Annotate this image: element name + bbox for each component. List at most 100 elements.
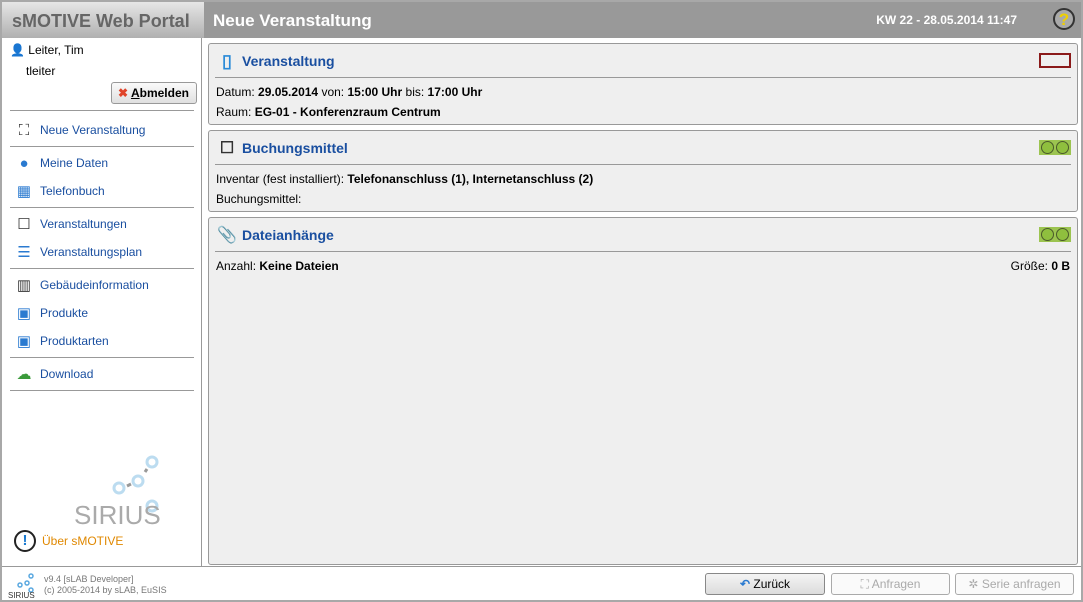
sidebar-item-veranstaltungsplan[interactable]: ☰ Veranstaltungsplan — [14, 241, 142, 263]
resources-row: Buchungsmittel: — [216, 192, 302, 206]
sidebar-item-produktarten[interactable]: ▣ Produktarten — [14, 330, 109, 352]
svg-text:SIRIUS: SIRIUS — [8, 591, 35, 599]
new-event-icon: ⛶ — [18, 121, 30, 139]
nav-label: Meine Daten — [40, 156, 109, 170]
sidebar-item-produkte[interactable]: ▣ Produkte — [14, 302, 88, 324]
user-name-text: Leiter, Tim — [28, 43, 84, 57]
divider — [10, 390, 194, 391]
panel-title-text: Buchungsmittel — [242, 140, 348, 156]
nav-label: Download — [40, 367, 94, 381]
main-content: ▯ Veranstaltung Datum: 29.05.2014 von: 15… — [205, 38, 1081, 566]
series-request-button[interactable]: ✲ Serie anfragen — [955, 573, 1074, 595]
info-exclamation-icon: ! — [14, 530, 36, 552]
request-label: Anfragen — [871, 577, 921, 591]
presentation-icon: ☐ — [219, 140, 235, 157]
sidebar-item-download[interactable]: ☁ Download — [14, 363, 94, 385]
attachments-panel: 📎 Dateianhänge Anzahl: Keine Dateien Größ… — [208, 217, 1078, 565]
back-arrow-icon: ↶ — [739, 577, 751, 591]
event-room-row: Raum: EG-01 - Konferenzraum Centrum — [216, 105, 441, 119]
sidebar-item-gebaeudeinformation[interactable]: ▥ Gebäudeinformation — [14, 274, 149, 296]
divider — [215, 77, 1071, 78]
version-info: v9.4 [sLAB Developer] (c) 2005-2014 by sL… — [44, 574, 167, 596]
about-link[interactable]: ! Über sMOTIVE — [14, 530, 123, 552]
series-request-label: Serie anfragen — [981, 577, 1061, 591]
download-cloud-icon: ☁ — [16, 366, 32, 383]
app-title: sMOTIVE Web Portal — [12, 11, 190, 31]
nav-label: Telefonbuch — [40, 184, 105, 198]
sidebar-item-meine-daten[interactable]: ● Meine Daten — [14, 152, 108, 174]
divider — [215, 164, 1071, 165]
user-icon: 👤 — [10, 43, 25, 57]
footer: SIRIUS v9.4 [sLAB Developer] (c) 2005-201… — [2, 566, 1081, 600]
panel-title-text: Veranstaltung — [242, 53, 335, 69]
new-event-icon: ⛶ — [860, 577, 870, 591]
back-button[interactable]: ↶ Zurück — [705, 573, 825, 595]
nav-label: Neue Veranstaltung — [40, 123, 146, 137]
user-login: tleiter — [26, 64, 56, 78]
copyright: (c) 2005-2014 by sLAB, EuSIS — [44, 585, 167, 595]
close-icon: ✖ — [118, 86, 129, 100]
inventory-value: Telefonanschluss (1), Internetanschluss … — [347, 172, 594, 186]
header: Neue Veranstaltung KW 22 - 28.05.2014 11… — [204, 2, 1081, 38]
status-indicator-red — [1039, 53, 1071, 68]
sidebar-item-neue-veranstaltung[interactable]: ⛶ Neue Veranstaltung — [14, 119, 146, 141]
inventory-row: Inventar (fest installiert): Telefonansc… — [216, 172, 594, 186]
event-panel-title: ▯ Veranstaltung — [218, 49, 335, 73]
version: v9.4 [sLAB Developer] — [44, 574, 134, 584]
product-icon: ▣ — [16, 305, 32, 322]
sidebar: 👤 Leiter, Tim tleiter ✖ Abmelden ⛶ Neue V… — [2, 38, 202, 566]
attachments-panel-title: 📎 Dateianhänge — [217, 223, 334, 247]
user-name: 👤 Leiter, Tim — [10, 43, 84, 57]
help-icon[interactable]: ? — [1053, 8, 1075, 30]
resources-panel: ☐ Buchungsmittel Inventar (fest installie… — [208, 130, 1078, 212]
nav-label: Veranstaltungen — [40, 217, 127, 231]
product-types-icon: ▣ — [16, 333, 32, 350]
event-to: 17:00 Uhr — [427, 85, 483, 99]
divider — [10, 268, 194, 269]
event-date-row: Datum: 29.05.2014 von: 15:00 Uhr bis: 17… — [216, 85, 483, 99]
page-title: Neue Veranstaltung — [213, 11, 372, 30]
event-panel: ▯ Veranstaltung Datum: 29.05.2014 von: 15… — [208, 43, 1078, 125]
phonebook-icon: ▦ — [16, 183, 32, 200]
attachment-count: Keine Dateien — [259, 259, 339, 273]
building-icon: ▥ — [16, 277, 32, 294]
event-from: 15:00 Uhr — [347, 85, 403, 99]
about-label: Über sMOTIVE — [42, 534, 124, 548]
nav-label: Veranstaltungsplan — [40, 245, 143, 259]
panel-title-text: Dateianhänge — [242, 227, 334, 243]
back-label: Zurück — [753, 577, 791, 591]
status-indicator-green — [1039, 227, 1071, 242]
sidebar-item-veranstaltungen[interactable]: ☐ Veranstaltungen — [14, 213, 127, 235]
app-title-bar: sMOTIVE Web Portal — [2, 2, 204, 38]
attachment-file-icon: 📎 — [217, 227, 237, 244]
logout-label: bmelden — [139, 86, 189, 100]
nav-label: Gebäudeinformation — [40, 278, 149, 292]
sidebar-item-telefonbuch[interactable]: ▦ Telefonbuch — [14, 180, 105, 202]
user-icon: ● — [19, 154, 29, 172]
clipboard-icon: ▯ — [222, 50, 232, 71]
datetime: KW 22 - 28.05.2014 11:47 — [876, 13, 1017, 27]
request-button[interactable]: ⛶ Anfragen — [831, 573, 950, 595]
presentation-icon: ☐ — [17, 216, 31, 233]
event-date: 29.05.2014 — [258, 85, 319, 99]
logout-button[interactable]: ✖ Abmelden — [111, 82, 197, 104]
nav-label: Produkte — [40, 306, 89, 320]
resources-panel-title: ☐ Buchungsmittel — [218, 136, 348, 160]
attachment-size-row: Größe: 0 B — [1010, 259, 1070, 273]
attachment-count-row: Anzahl: Keine Dateien — [216, 259, 339, 273]
svg-text:SIRIUS: SIRIUS — [74, 500, 161, 528]
divider — [10, 357, 194, 358]
divider — [10, 207, 194, 208]
divider — [10, 110, 194, 111]
nav-label: Produktarten — [40, 334, 109, 348]
attachment-size: 0 B — [1051, 259, 1070, 273]
divider — [10, 146, 194, 147]
divider — [215, 251, 1071, 252]
sirius-small-logo: SIRIUS — [8, 573, 35, 599]
schedule-icon: ☰ — [17, 244, 31, 261]
logout-accesskey: A — [130, 86, 140, 100]
sirius-logo: SIRIUS — [74, 455, 161, 528]
event-room: EG-01 - Konferenzraum Centrum — [254, 105, 441, 119]
status-indicator-green — [1039, 140, 1071, 155]
series-icon: ✲ — [968, 577, 979, 591]
